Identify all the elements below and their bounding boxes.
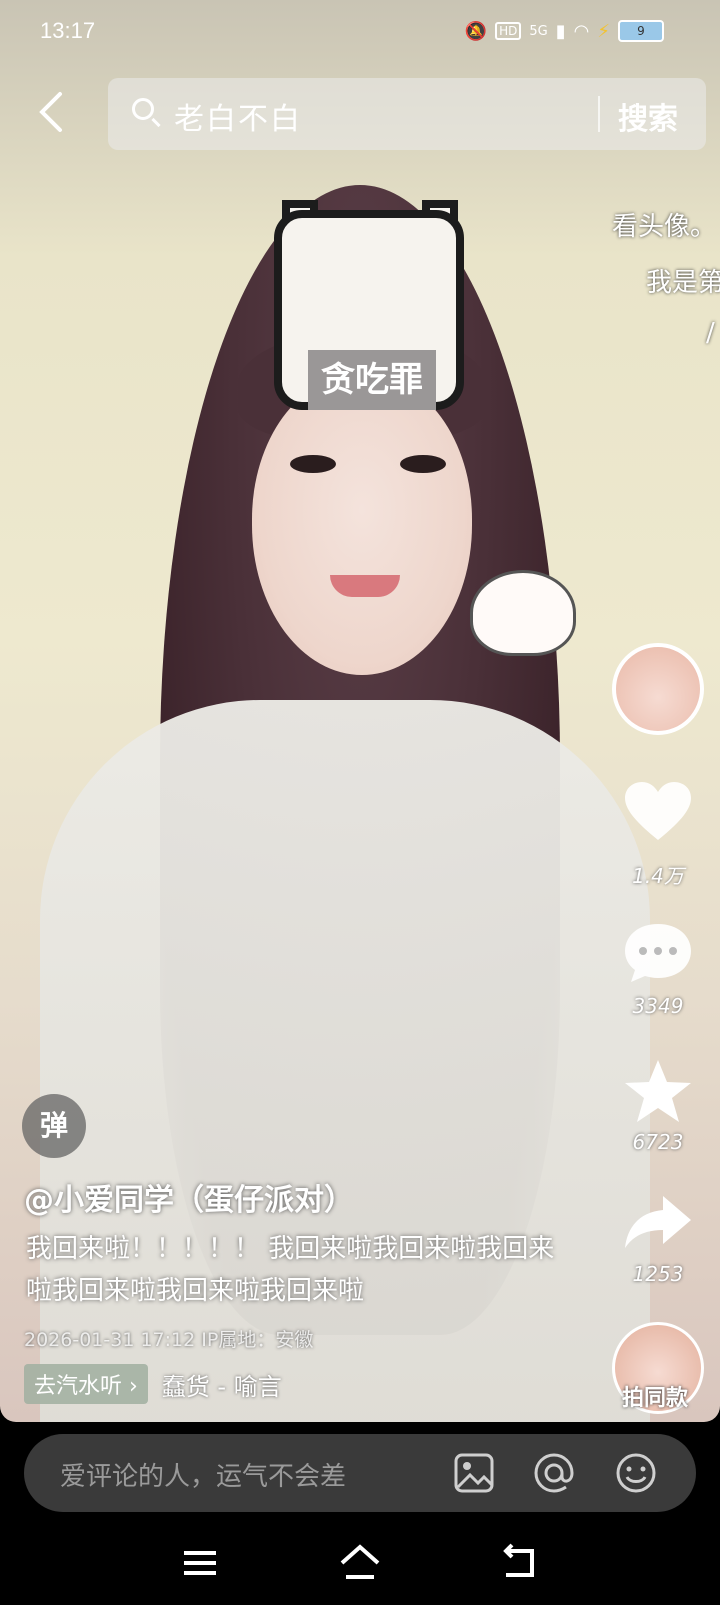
image-icon — [454, 1453, 494, 1493]
image-button[interactable] — [452, 1451, 496, 1495]
video-content-eye — [400, 455, 446, 473]
video-content-eye — [290, 455, 336, 473]
comment-bar[interactable]: 爱评论的人，运气不会差 — [24, 1434, 696, 1512]
comment-bubble-icon — [625, 924, 691, 982]
comment-input[interactable]: 爱评论的人，运气不会差 — [60, 1456, 346, 1493]
danmu-toggle-button[interactable]: 弹 — [22, 1094, 86, 1158]
at-icon — [534, 1453, 574, 1493]
emoji-button[interactable] — [614, 1451, 658, 1495]
sticker-label: 贪吃罪 — [308, 350, 436, 410]
star-icon — [625, 1060, 691, 1122]
search-icon — [132, 98, 154, 120]
menu-icon — [184, 1551, 216, 1575]
hd-icon: HD — [495, 22, 522, 40]
back-nav-button[interactable] — [498, 1541, 542, 1585]
same-style-button[interactable]: 拍同款 — [622, 1380, 688, 1412]
music-name[interactable]: 蠢货 - 喻言 — [162, 1367, 282, 1402]
comment-button[interactable] — [622, 922, 694, 988]
charging-icon: ⚡ — [597, 20, 610, 42]
post-meta: 2026-01-31 17:12 IP属地：安徽 — [24, 1329, 314, 1351]
share-arrow-icon — [625, 1196, 691, 1248]
return-icon — [503, 1543, 534, 1577]
bunny-sticker — [470, 570, 576, 656]
emoji-icon — [616, 1453, 656, 1493]
search-bar[interactable]: 老白不白 搜索 — [108, 78, 706, 150]
search-divider — [598, 96, 600, 132]
video-content-sweater — [40, 700, 650, 1422]
signal-icon: 5G — [529, 23, 548, 39]
mention-button[interactable] — [532, 1451, 576, 1495]
home-icon — [340, 1544, 380, 1579]
wifi-icon: ◠ — [573, 20, 590, 42]
like-button[interactable] — [622, 780, 694, 848]
mute-icon: 🔕 — [464, 20, 488, 42]
video-content-lips — [330, 575, 400, 597]
comment-count: 3349 — [632, 994, 684, 1018]
status-bar: 13:17 🔕 HD 5G ▮ ◠ ⚡ 9 — [0, 14, 720, 50]
status-icons: 🔕 HD 5G ▮ ◠ ⚡ 9 — [465, 20, 664, 42]
favorite-count: 6723 — [632, 1130, 684, 1154]
back-button[interactable] — [30, 90, 74, 134]
system-nav-bar — [0, 1525, 720, 1605]
video-content-face — [252, 375, 472, 675]
heart-icon — [625, 782, 691, 840]
share-button[interactable] — [622, 1194, 694, 1254]
listen-music-button[interactable]: 去汽水听 › — [24, 1364, 148, 1404]
deco-text-1: 看头像。 — [612, 212, 717, 242]
author-name[interactable]: @小爱同学（蛋仔派对） — [24, 1175, 354, 1219]
author-avatar[interactable] — [612, 643, 704, 735]
deco-text-2: 我是第 — [646, 268, 720, 298]
search-query[interactable]: 老白不白 — [174, 94, 302, 138]
deco-text-3: / — [706, 318, 715, 348]
favorite-button[interactable] — [622, 1058, 694, 1128]
home-button[interactable] — [338, 1541, 382, 1585]
search-button[interactable]: 搜索 — [618, 94, 678, 138]
music-row: 去汽水听 › 蠢货 - 喻言 — [24, 1364, 282, 1404]
video-description[interactable]: 我回来啦！！！！！ 我回来啦我回来啦我回来啦我回来啦我回来啦我回来啦 — [26, 1228, 566, 1312]
status-time: 13:17 — [40, 18, 96, 43]
share-count: 1253 — [632, 1262, 684, 1286]
back-arrow-icon — [39, 92, 62, 132]
menu-button[interactable] — [178, 1541, 222, 1585]
signal-bars-icon: ▮ — [555, 20, 566, 42]
battery-icon: 9 — [618, 20, 664, 42]
like-count: 1.4万 — [632, 864, 684, 888]
